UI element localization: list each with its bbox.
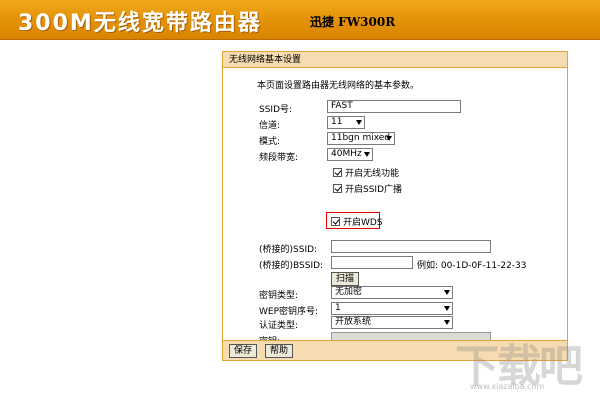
chevron-down-icon <box>356 120 362 125</box>
auth-type-value: 开放系统 <box>335 317 372 327</box>
ssid-broadcast-checkbox[interactable]: 开启SSID广播 <box>333 182 402 195</box>
wireless-settings-panel: 无线网络基本设置 本页面设置路由器无线网络的基本参数。 SSID号: FAST … <box>222 51 568 361</box>
watermark-url: www.xiazaiba.com <box>470 382 545 391</box>
help-button[interactable]: 帮助 <box>265 344 294 358</box>
wep-index-label: WEP密钥序号: <box>259 307 319 317</box>
chevron-down-icon <box>364 152 370 157</box>
panel-title: 无线网络基本设置 <box>223 52 567 68</box>
mode-label: 模式: <box>259 137 281 147</box>
scan-button[interactable]: 扫描 <box>331 272 360 286</box>
key-type-select[interactable]: 无加密 <box>331 286 453 299</box>
bridge-ssid-label: (桥接的)SSID: <box>259 245 318 255</box>
bandwidth-label: 频段带宽: <box>259 153 299 163</box>
key-type-value: 无加密 <box>335 287 363 297</box>
chevron-down-icon <box>444 290 450 295</box>
mode-value: 11bgn mixed <box>331 133 391 143</box>
bssid-example: 例如: 00-1D-0F-11-22-33 <box>417 261 527 271</box>
ssid-broadcast-label: 开启SSID广播 <box>345 185 403 195</box>
channel-select[interactable]: 11 <box>327 116 365 129</box>
wireless-enable-checkbox[interactable]: 开启无线功能 <box>333 166 399 179</box>
channel-value: 11 <box>331 117 343 127</box>
wireless-enable-label: 开启无线功能 <box>345 169 400 179</box>
panel-body: 本页面设置路由器无线网络的基本参数。 SSID号: FAST 信道: 11 模式… <box>223 68 567 347</box>
save-button[interactable]: 保存 <box>229 344 258 358</box>
auth-type-label: 认证类型: <box>259 321 299 331</box>
wds-enable-checkbox[interactable]: 开启WDS <box>331 215 383 228</box>
router-header: 300M无线宽带路由器 迅捷 FW300R <box>0 0 600 40</box>
wds-enable-label: 开启WDS <box>343 218 383 228</box>
bandwidth-value: 40MHz <box>331 149 362 159</box>
ssid-input[interactable]: FAST <box>327 100 461 113</box>
checkbox-checked-icon <box>333 168 342 177</box>
router-model: 迅捷 FW300R <box>310 15 396 29</box>
chevron-down-icon <box>386 136 392 141</box>
chevron-down-icon <box>444 306 450 311</box>
key-type-label: 密钥类型: <box>259 291 299 301</box>
wep-index-value: 1 <box>335 303 341 313</box>
auth-type-select[interactable]: 开放系统 <box>331 316 453 329</box>
panel-description: 本页面设置路由器无线网络的基本参数。 <box>257 81 420 91</box>
ssid-label: SSID号: <box>259 105 293 115</box>
checkbox-checked-icon <box>333 184 342 193</box>
wep-index-select[interactable]: 1 <box>331 302 453 315</box>
channel-label: 信道: <box>259 121 281 131</box>
checkbox-checked-icon <box>331 217 340 226</box>
chevron-down-icon <box>444 320 450 325</box>
bridge-bssid-label: (桥接的)BSSID: <box>259 261 324 271</box>
mode-select[interactable]: 11bgn mixed <box>327 132 395 145</box>
bridge-bssid-input[interactable] <box>331 256 413 269</box>
bandwidth-select[interactable]: 40MHz <box>327 148 373 161</box>
router-title: 300M无线宽带路由器 <box>18 11 262 36</box>
bridge-ssid-input[interactable] <box>331 240 491 253</box>
